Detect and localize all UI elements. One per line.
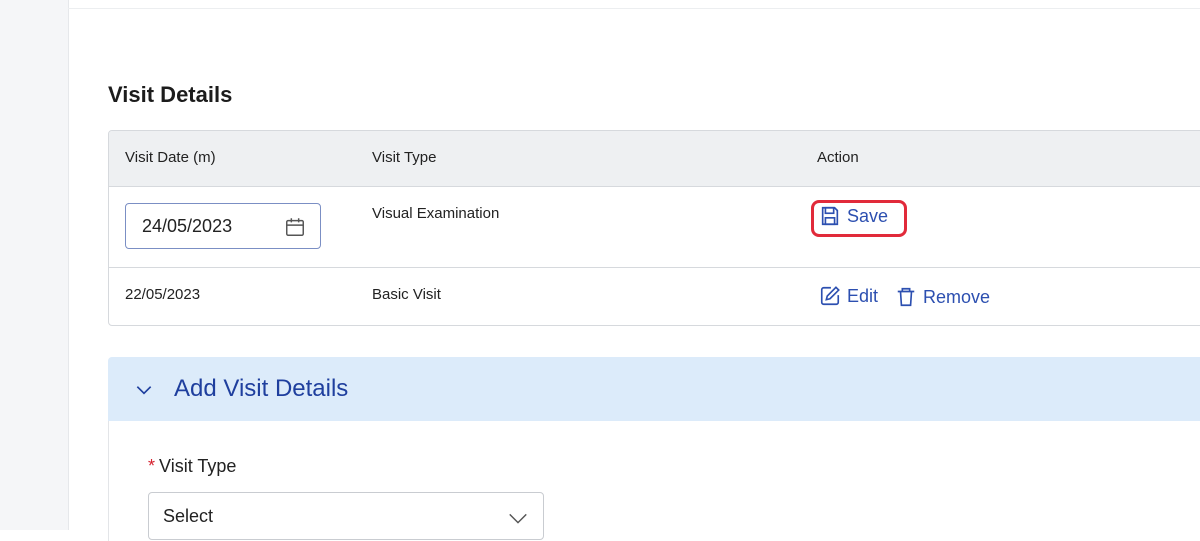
edit-icon	[820, 286, 840, 306]
edit-label[interactable]: Edit	[847, 286, 878, 307]
chevron-down-icon[interactable]	[134, 380, 154, 400]
save-icon	[821, 206, 839, 226]
remove-button[interactable]: Remove	[895, 285, 990, 309]
visit-type-cell: Basic Visit	[372, 286, 441, 303]
accordion-title[interactable]: Add Visit Details	[174, 375, 348, 403]
visit-type-select[interactable]: Select	[148, 492, 544, 540]
save-button[interactable]: Save	[819, 204, 888, 228]
visit-type-label: * Visit Type	[148, 456, 236, 477]
left-rail	[0, 0, 69, 530]
top-divider	[68, 0, 1200, 9]
visit-date-cell: 22/05/2023	[125, 286, 201, 303]
visit-type-select-value[interactable]: Select	[163, 506, 213, 527]
accordion-header-add-visit-details[interactable]: Add Visit Details	[108, 357, 1200, 421]
visits-table: Visit Date (m) Visit Type Action 24/05/2…	[108, 130, 1200, 326]
calendar-icon[interactable]	[284, 216, 306, 238]
required-mark: *	[148, 456, 156, 476]
visit-date-input[interactable]: 24/05/2023	[125, 203, 321, 249]
table-header: Visit Date (m) Visit Type Action	[109, 131, 1200, 187]
visit-date-value[interactable]: 24/05/2023	[142, 216, 232, 237]
table-row: 22/05/2023 Basic Visit Edit Remove	[109, 268, 1200, 325]
save-label[interactable]: Save	[847, 206, 888, 227]
remove-label[interactable]: Remove	[923, 287, 990, 308]
column-header-visit-date: Visit Date (m)	[125, 149, 216, 166]
chevron-down-icon[interactable]	[507, 507, 529, 529]
visit-type-cell: Visual Examination	[372, 205, 500, 222]
table-row: 24/05/2023 Visual Examination Save	[109, 187, 1200, 268]
edit-button[interactable]: Edit	[819, 285, 878, 307]
column-header-visit-type: Visit Type	[372, 149, 437, 166]
visit-type-label-text: Visit Type	[159, 456, 237, 476]
section-title: Visit Details	[108, 82, 233, 107]
column-header-action: Action	[817, 149, 859, 166]
trash-icon	[897, 287, 915, 307]
